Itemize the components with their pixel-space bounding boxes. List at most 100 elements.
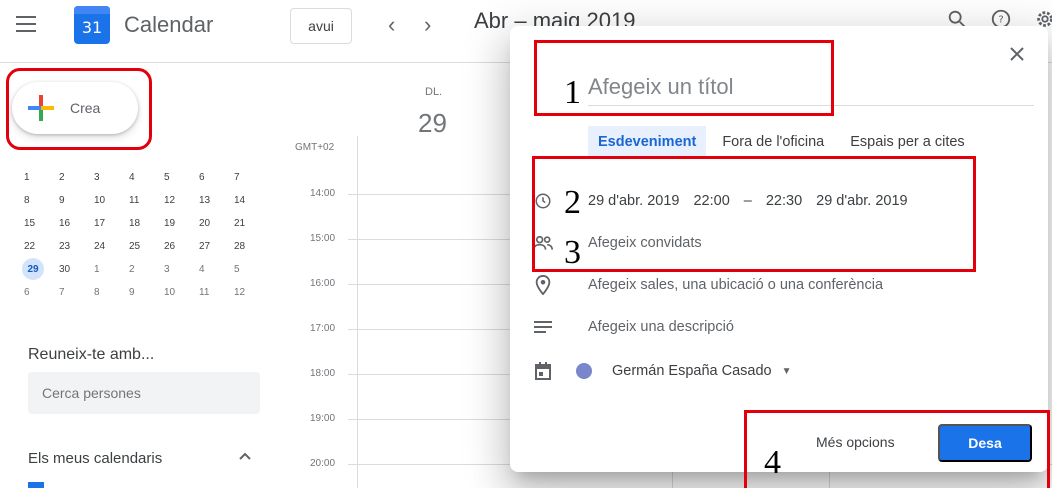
location-pin-icon (532, 274, 554, 296)
mini-calendar-day[interactable]: 2 (127, 258, 162, 281)
calendar-row[interactable]: Germán España Casado ▼ (532, 360, 792, 382)
hour-grid-line (348, 374, 518, 375)
mini-calendar-day[interactable]: 11 (197, 281, 232, 304)
mini-calendar-day[interactable]: 4 (197, 258, 232, 281)
dropdown-arrow-icon[interactable]: ▼ (782, 366, 792, 377)
mini-calendar-week: 22 23 24 25 26 27 28 (22, 235, 267, 258)
time-label: 18:00 (310, 368, 336, 379)
add-description[interactable]: Afegeix una descripció (588, 319, 734, 335)
mini-calendar-day[interactable]: 11 (127, 189, 162, 212)
calendar-logo-icon: 31 (74, 6, 110, 44)
mini-calendar-day[interactable]: 6 (22, 281, 57, 304)
chevron-up-icon[interactable] (238, 448, 252, 466)
calendar-checkbox[interactable] (28, 482, 44, 488)
mini-calendar-day[interactable]: 1 (22, 166, 57, 189)
mini-calendar: 1 2 3 4 5 6 7 8 9 10 11 12 13 14 15 16 17 18 19 20 21 22 23 24 2… (22, 166, 267, 304)
mini-calendar-day[interactable]: 12 (232, 281, 267, 304)
time-label: 16:00 (310, 278, 336, 289)
meet-with-title: Reuneix-te amb... (28, 346, 155, 363)
annotation-box-4 (744, 410, 1050, 488)
svg-text:?: ? (998, 15, 1003, 26)
calendar-owner[interactable]: Germán España Casado (612, 363, 772, 379)
mini-calendar-day[interactable]: 5 (162, 166, 197, 189)
close-icon[interactable] (1010, 44, 1024, 67)
mini-calendar-day[interactable]: 13 (197, 189, 232, 212)
hour-grid-line (348, 239, 518, 240)
mini-calendar-day[interactable]: 21 (232, 212, 267, 235)
mini-calendar-day[interactable]: 27 (197, 235, 232, 258)
hour-grid-line (348, 419, 518, 420)
time-label: 17:00 (310, 323, 336, 334)
mini-calendar-week: 15 16 17 18 19 20 21 (22, 212, 267, 235)
mini-calendar-day[interactable]: 7 (232, 166, 267, 189)
mini-calendar-day[interactable]: 29 (22, 258, 44, 280)
mini-calendar-day[interactable]: 20 (197, 212, 232, 235)
time-label: 15:00 (310, 233, 336, 244)
grid-column-divider (672, 470, 673, 488)
tab-appointment-slots[interactable]: Espais per a cites (840, 126, 974, 158)
mini-calendar-day[interactable]: 4 (127, 166, 162, 189)
annotation-box-create (6, 68, 152, 150)
mini-calendar-week: 6 7 8 9 10 11 12 (22, 281, 267, 304)
mini-calendar-day[interactable]: 15 (22, 212, 57, 235)
add-location[interactable]: Afegeix sales, una ubicació o una confer… (588, 277, 883, 293)
day-number[interactable]: 29 (418, 108, 447, 139)
annotation-number-4: 4 (764, 444, 781, 481)
mini-calendar-day[interactable]: 6 (197, 166, 232, 189)
mini-calendar-day[interactable]: 23 (57, 235, 92, 258)
mini-calendar-day[interactable]: 28 (232, 235, 267, 258)
mini-calendar-day[interactable]: 10 (162, 281, 197, 304)
mini-calendar-week: 8 9 10 11 12 13 14 (22, 189, 267, 212)
description-lines-icon (532, 316, 554, 338)
calendar-color-dot (576, 363, 592, 379)
timezone-label: GMT+02 (295, 142, 335, 153)
search-people-input[interactable] (28, 372, 260, 414)
hour-grid-line (348, 329, 518, 330)
grid-column-divider (357, 136, 358, 488)
mini-calendar-day[interactable]: 22 (22, 235, 57, 258)
mini-calendar-day[interactable]: 19 (162, 212, 197, 235)
mini-calendar-day[interactable]: 9 (57, 189, 92, 212)
mini-calendar-day[interactable]: 2 (57, 166, 92, 189)
mini-calendar-day[interactable]: 12 (162, 189, 197, 212)
description-row[interactable]: Afegeix una descripció (532, 316, 734, 338)
mini-calendar-day[interactable]: 1 (92, 258, 127, 281)
calendar-logo-day: 31 (81, 18, 103, 37)
mini-calendar-week: 1234567 (22, 166, 267, 189)
prev-period-icon[interactable]: ‹ (388, 12, 395, 38)
mini-calendar-day[interactable]: 30 (57, 258, 92, 281)
mini-calendar-day[interactable]: 3 (92, 166, 127, 189)
mini-calendar-day[interactable]: 8 (92, 281, 127, 304)
mini-calendar-day[interactable]: 9 (127, 281, 162, 304)
mini-calendar-day[interactable]: 10 (92, 189, 127, 212)
day-name: DL. (425, 86, 443, 98)
time-label: 19:00 (310, 413, 336, 424)
mini-calendar-day[interactable]: 26 (162, 235, 197, 258)
main-menu-icon[interactable] (16, 16, 36, 32)
tab-event[interactable]: Esdeveniment (588, 126, 707, 158)
mini-calendar-week: 29 30 1 2 3 4 5 (22, 258, 267, 281)
next-period-icon[interactable]: › (424, 12, 431, 38)
mini-calendar-day[interactable]: 3 (162, 258, 197, 281)
annotation-number-1: 1 (564, 74, 581, 111)
annotation-number-2: 2 (564, 184, 581, 221)
today-button[interactable]: avui (290, 8, 352, 44)
mini-calendar-day[interactable]: 17 (92, 212, 127, 235)
mini-calendar-day[interactable]: 14 (232, 189, 267, 212)
annotation-box-2-3 (532, 156, 976, 272)
mini-calendar-day[interactable]: 5 (232, 258, 267, 281)
mini-calendar-day[interactable]: 18 (127, 212, 162, 235)
calendar-icon (532, 360, 554, 382)
time-label: 14:00 (310, 188, 336, 199)
mini-calendar-day[interactable]: 16 (57, 212, 92, 235)
event-type-tabs: Esdeveniment Fora de l'oficina Espais pe… (588, 126, 981, 158)
mini-calendar-day[interactable]: 8 (22, 189, 57, 212)
hour-grid-line (348, 284, 518, 285)
mini-calendar-day[interactable]: 7 (57, 281, 92, 304)
time-label: 20:00 (310, 458, 336, 469)
mini-calendar-day[interactable]: 25 (127, 235, 162, 258)
mini-calendar-day[interactable]: 24 (92, 235, 127, 258)
tab-out-of-office[interactable]: Fora de l'oficina (712, 126, 834, 158)
location-row[interactable]: Afegeix sales, una ubicació o una confer… (532, 274, 883, 296)
my-calendars-label[interactable]: Els meus calendaris (28, 450, 162, 467)
